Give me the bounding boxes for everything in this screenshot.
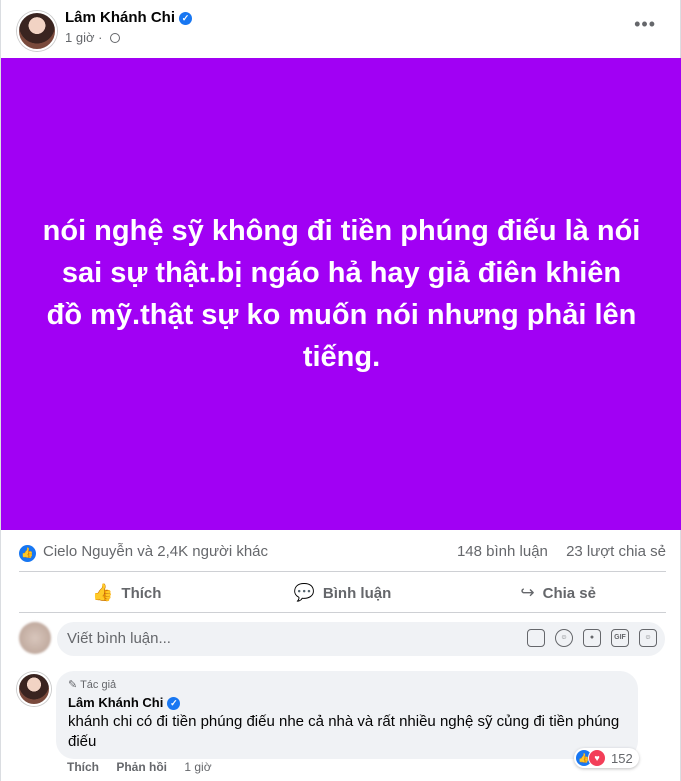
share-button[interactable]: ↪ Chia sẻ xyxy=(450,574,666,612)
author-badge: ✎ Tác giả xyxy=(68,679,117,691)
comment-like-link[interactable]: Thích xyxy=(67,760,99,774)
comment-input[interactable]: Viết bình luận... ☺ ● GIF ☺ xyxy=(57,622,665,656)
comment-bubble: ✎ Tác giả Lâm Khánh Chi ✓ khánh chi có đi… xyxy=(56,671,638,759)
comment-time[interactable]: 1 giờ xyxy=(184,760,211,774)
sticker-icon[interactable]: ☺ xyxy=(639,629,657,647)
comment-count[interactable]: 148 bình luận xyxy=(457,543,548,560)
post-banner: nói nghệ sỹ không đi tiền phúng điếu là … xyxy=(1,58,681,530)
share-label: Chia sẻ xyxy=(542,584,596,602)
comment-placeholder: Viết bình luận... xyxy=(67,630,171,647)
viewer-avatar xyxy=(19,622,51,654)
camera-icon[interactable]: ● xyxy=(583,629,601,647)
comment-label: Bình luận xyxy=(322,584,392,602)
author-avatar[interactable] xyxy=(17,11,57,51)
author-name-row: Lâm Khánh Chi ✓ xyxy=(65,9,193,26)
banner-text: nói nghệ sỹ không đi tiền phúng điếu là … xyxy=(42,215,641,373)
verified-icon: ✓ xyxy=(167,697,181,710)
like-reaction-icon[interactable]: 👍 xyxy=(19,545,36,562)
comment-icon: 💬 xyxy=(293,583,315,602)
post-header: Lâm Khánh Chi ✓ 1 giờ · ••• xyxy=(1,0,680,58)
post-time[interactable]: 1 giờ xyxy=(65,30,95,45)
gif-icon[interactable]: GIF xyxy=(611,629,629,647)
composer-tools: ☺ ● GIF ☺ xyxy=(527,629,657,647)
comment-author-name[interactable]: Lâm Khánh Chi xyxy=(68,695,163,710)
comment-reply-link[interactable]: Phản hồi xyxy=(116,760,167,774)
like-button[interactable]: 👍 Thích xyxy=(19,574,235,612)
reactions-summary[interactable]: Cielo Nguyễn và 2,4K người khác xyxy=(43,543,268,560)
comment-author-row: Lâm Khánh Chi ✓ xyxy=(68,695,181,710)
heart-reaction-icon: ♥ xyxy=(588,749,606,767)
emoji-icon[interactable]: ☺ xyxy=(555,629,573,647)
like-label: Thích xyxy=(121,584,162,602)
avatar-sticker-icon[interactable] xyxy=(527,629,545,647)
thumbs-up-icon: 👍 xyxy=(92,583,114,602)
globe-icon xyxy=(110,33,121,43)
comment-reactions[interactable]: 👍 ♥ 152 xyxy=(574,748,639,768)
post-meta: 1 giờ · xyxy=(65,30,121,45)
comment-author-avatar[interactable] xyxy=(17,672,51,706)
comment-button[interactable]: 💬 Bình luận xyxy=(235,574,451,612)
stats-counts: 148 bình luận 23 lượt chia sẻ xyxy=(443,543,666,560)
post-actions: 👍 Thích 💬 Bình luận ↪ Chia sẻ xyxy=(19,574,666,612)
more-icon[interactable]: ••• xyxy=(634,14,656,35)
post-card: Lâm Khánh Chi ✓ 1 giờ · ••• nói nghệ sỹ k… xyxy=(0,0,681,781)
comment-actions: Thích Phản hồi 1 giờ xyxy=(67,760,212,774)
share-count[interactable]: 23 lượt chia sẻ xyxy=(566,543,666,560)
divider xyxy=(19,612,666,613)
comment-reaction-count: 152 xyxy=(611,750,633,766)
comment-text: khánh chi có đi tiền phúng điếu nhe cả n… xyxy=(68,713,620,750)
share-icon: ↪ xyxy=(520,583,535,602)
author-name[interactable]: Lâm Khánh Chi xyxy=(65,9,175,26)
author-badge-label: Tác giả xyxy=(80,679,117,691)
verified-icon: ✓ xyxy=(179,12,193,25)
divider xyxy=(19,571,666,572)
post-stats: 👍 Cielo Nguyễn và 2,4K người khác 148 bì… xyxy=(19,540,666,564)
